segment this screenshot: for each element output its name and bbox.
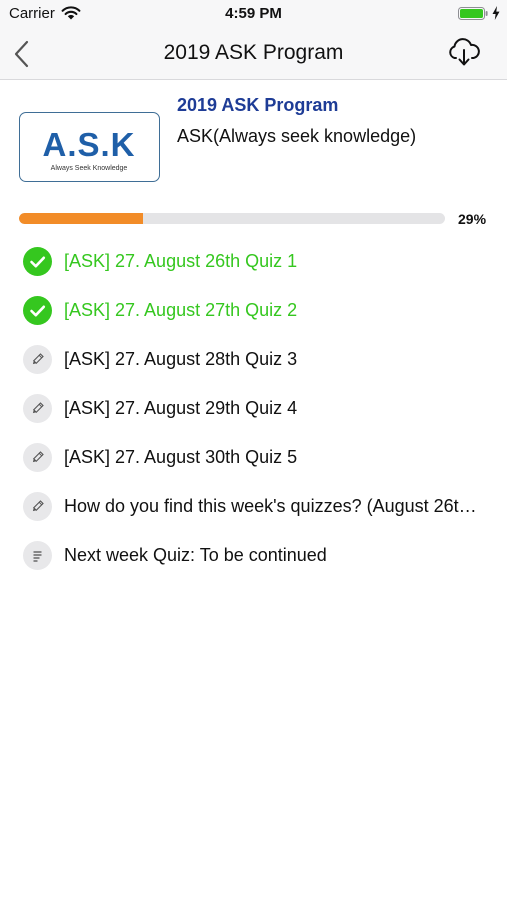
course-subtitle: ASK(Always seek knowledge) — [177, 126, 417, 146]
activity-item[interactable]: Next week Quiz: To be continued — [0, 533, 507, 579]
activity-item[interactable]: [ASK] 27. August 26th Quiz 1 — [0, 239, 507, 285]
navigation-bar: 2019 ASK Program — [0, 28, 507, 80]
pencil-icon — [23, 492, 52, 521]
logo-subtext: Always Seek Knowledge — [50, 165, 128, 172]
activity-label: [ASK] 27. August 30th Quiz 5 — [64, 447, 298, 467]
logo-text: A.S.K — [42, 126, 136, 163]
activity-label: [ASK] 27. August 29th Quiz 4 — [64, 398, 298, 418]
progress-fill — [19, 213, 143, 224]
activity-item[interactable]: How do you find this week's quizzes? (Au… — [0, 484, 507, 530]
activity-label: [ASK] 27. August 26th Quiz 1 — [64, 251, 298, 271]
progress-bar — [19, 213, 445, 224]
text-lines-icon — [23, 541, 52, 570]
activity-label: [ASK] 27. August 27th Quiz 2 — [64, 300, 298, 320]
activity-item[interactable]: [ASK] 27. August 27th Quiz 2 — [0, 288, 507, 334]
check-icon — [23, 296, 52, 325]
activity-label: How do you find this week's quizzes? (Au… — [64, 496, 484, 516]
charging-bolt-icon — [492, 6, 500, 20]
activity-label: [ASK] 27. August 28th Quiz 3 — [64, 349, 298, 369]
page-title: 2019 ASK Program — [163, 41, 344, 64]
activity-item[interactable]: [ASK] 27. August 29th Quiz 4 — [0, 386, 507, 432]
cloud-download-icon[interactable] — [447, 38, 481, 68]
activity-label: Next week Quiz: To be continued — [64, 545, 327, 565]
status-bar: Carrier 4:59 PM — [0, 0, 507, 28]
course-title: 2019 ASK Program — [177, 95, 339, 115]
pencil-icon — [23, 394, 52, 423]
course-logo: A.S.K Always Seek Knowledge — [19, 112, 160, 182]
status-time: 4:59 PM — [225, 5, 282, 22]
battery-icon — [458, 7, 488, 20]
pencil-icon — [23, 345, 52, 374]
activity-item[interactable]: [ASK] 27. August 30th Quiz 5 — [0, 435, 507, 481]
progress-percent: 29% — [458, 211, 487, 227]
activity-item[interactable]: [ASK] 27. August 28th Quiz 3 — [0, 337, 507, 383]
pencil-icon — [23, 443, 52, 472]
check-icon — [23, 247, 52, 276]
